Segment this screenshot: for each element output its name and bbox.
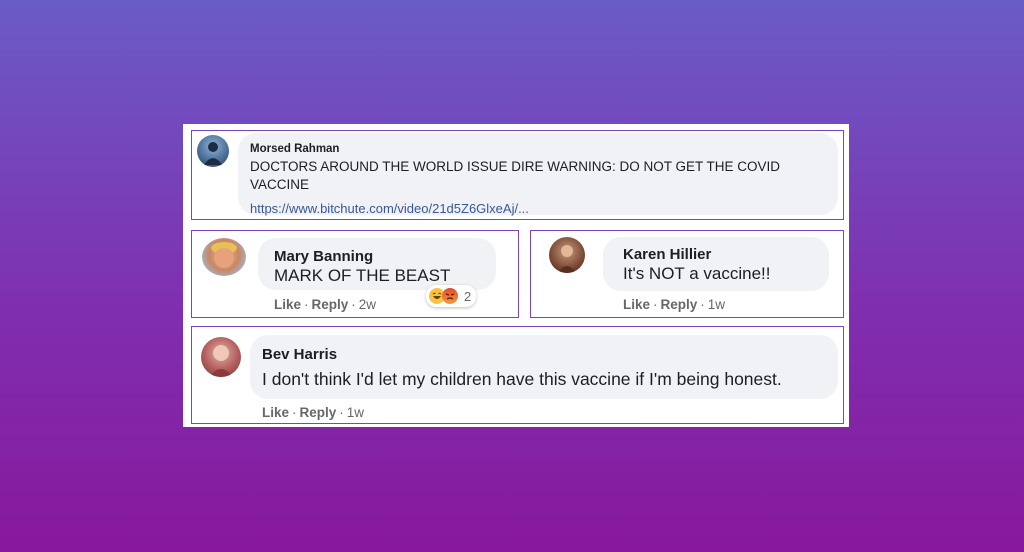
timestamp[interactable]: 1w (708, 297, 725, 312)
comment-text: It's NOT a vaccine!! (623, 264, 771, 283)
person-icon (558, 245, 576, 273)
reaction-count: 2 (464, 288, 472, 304)
comment-actions: Like · Reply · 1w (623, 297, 726, 312)
comment-box-4: Bev Harris I don't think I'd let my chil… (191, 326, 844, 424)
avatar[interactable] (549, 237, 585, 273)
comment-text: MARK OF THE BEAST (274, 266, 451, 285)
comment-link[interactable]: https://www.bitchute.com/video/21d5Z6Glx… (250, 201, 529, 216)
timestamp[interactable]: 1w (347, 405, 364, 420)
avatar[interactable] (197, 135, 229, 167)
comment-text: VACCINE (250, 177, 310, 192)
comment-box-3: Karen Hillier It's NOT a vaccine!! Like ·… (530, 230, 844, 318)
reply-button[interactable]: Reply (661, 297, 698, 312)
comment-author[interactable]: Karen Hillier (623, 246, 711, 263)
comment-actions: Like · Reply · 2w (274, 297, 377, 312)
avatar[interactable] (201, 337, 241, 377)
reactions-badge[interactable]: 2 (426, 285, 477, 307)
like-button[interactable]: Like (262, 405, 289, 420)
person-icon (211, 242, 237, 268)
person-icon (204, 142, 222, 165)
avatar[interactable] (202, 238, 246, 276)
comment-author[interactable]: Bev Harris (262, 346, 337, 363)
timestamp[interactable]: 2w (359, 297, 376, 312)
comment-box-1: Morsed Rahman DOCTORS AROUND THE WORLD I… (191, 130, 844, 220)
comment-actions: Like · Reply · 1w (262, 405, 365, 420)
like-button[interactable]: Like (623, 297, 650, 312)
reply-button[interactable]: Reply (300, 405, 337, 420)
angry-icon (442, 288, 458, 304)
comment-text: DOCTORS AROUND THE WORLD ISSUE DIRE WARN… (250, 159, 781, 174)
like-button[interactable]: Like (274, 297, 301, 312)
reply-button[interactable]: Reply (312, 297, 349, 312)
comment-text: I don't think I'd let my children have t… (262, 369, 782, 389)
comment-author[interactable]: Morsed Rahman (250, 143, 339, 155)
comment-author[interactable]: Mary Banning (274, 248, 373, 265)
comment-box-2: Mary Banning MARK OF THE BEAST 2 Like · Re… (191, 230, 519, 318)
comments-panel: Morsed Rahman DOCTORS AROUND THE WORLD I… (183, 124, 849, 427)
person-icon (209, 345, 233, 377)
